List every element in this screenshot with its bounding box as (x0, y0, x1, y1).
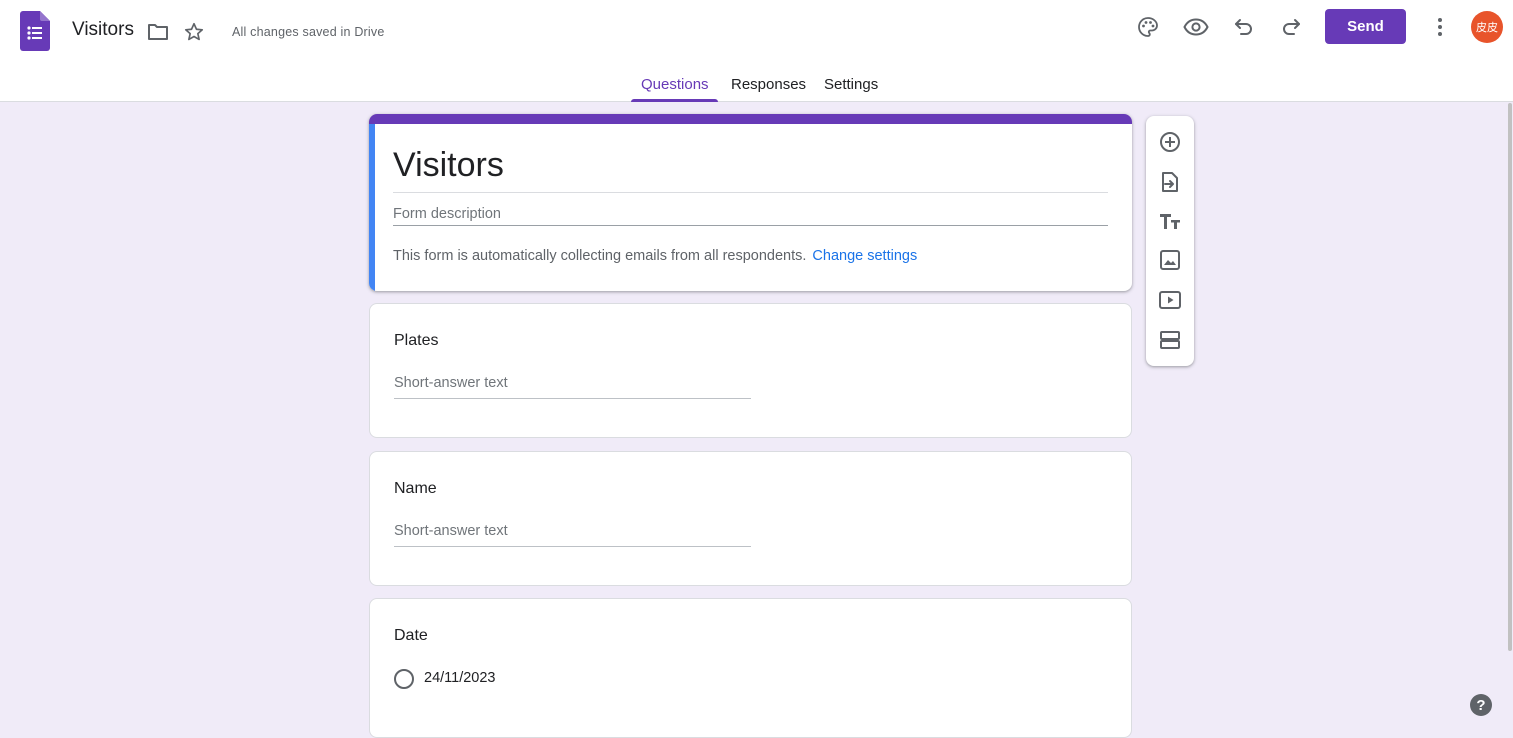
form-title-card[interactable]: Visitors Form description This form is a… (369, 114, 1132, 291)
form-title[interactable]: Visitors (393, 146, 504, 185)
add-video-icon[interactable] (1158, 288, 1182, 312)
avatar[interactable]: 皮皮 (1471, 11, 1503, 43)
question-card-plates[interactable]: Plates Short-answer text (369, 303, 1132, 438)
title-divider (393, 192, 1108, 193)
short-answer-placeholder: Short-answer text (394, 523, 508, 539)
folder-icon[interactable] (146, 20, 170, 44)
palette-icon[interactable] (1135, 14, 1161, 40)
question-title: Name (394, 480, 437, 497)
help-icon[interactable]: ? (1470, 694, 1492, 716)
question-title: Date (394, 627, 428, 644)
add-image-icon[interactable] (1158, 248, 1182, 272)
short-answer-underline (394, 546, 751, 547)
change-settings-link[interactable]: Change settings (812, 248, 917, 264)
more-vert-icon[interactable] (1428, 14, 1452, 40)
focus-indicator (369, 124, 375, 291)
import-questions-icon[interactable] (1158, 170, 1182, 194)
save-status: All changes saved in Drive (232, 25, 385, 39)
radio-button[interactable] (394, 669, 414, 689)
page-scrollbar[interactable] (1508, 103, 1512, 651)
send-button[interactable]: Send (1325, 9, 1406, 44)
form-description-field[interactable]: Form description (393, 206, 501, 222)
accent-bar (369, 114, 1132, 124)
question-card-name[interactable]: Name Short-answer text (369, 451, 1132, 586)
forms-logo-icon[interactable] (20, 11, 50, 51)
undo-icon[interactable] (1231, 14, 1257, 40)
question-title: Plates (394, 332, 439, 349)
redo-icon[interactable] (1278, 14, 1304, 40)
short-answer-underline (394, 398, 751, 399)
app-header: Visitors All changes saved in Drive Send… (0, 0, 1513, 102)
star-icon[interactable] (182, 20, 206, 44)
email-collection-note: This form is automatically collecting em… (393, 248, 917, 264)
eye-icon[interactable] (1182, 14, 1210, 40)
description-underline (393, 225, 1108, 226)
tab-responses[interactable]: Responses (731, 76, 806, 93)
floating-toolbar (1146, 116, 1194, 366)
option-label: 24/11/2023 (424, 670, 496, 686)
tab-bar: Questions Responses Settings (0, 70, 1513, 102)
add-section-icon[interactable] (1158, 328, 1182, 352)
question-card-date[interactable]: Date 24/11/2023 (369, 598, 1132, 738)
document-title[interactable]: Visitors (72, 19, 134, 41)
active-tab-indicator (631, 99, 718, 102)
email-note-text: This form is automatically collecting em… (393, 248, 807, 264)
short-answer-placeholder: Short-answer text (394, 375, 508, 391)
tab-settings[interactable]: Settings (824, 76, 878, 93)
add-title-icon[interactable] (1158, 209, 1182, 233)
add-question-icon[interactable] (1158, 130, 1182, 154)
tab-questions[interactable]: Questions (641, 76, 709, 93)
